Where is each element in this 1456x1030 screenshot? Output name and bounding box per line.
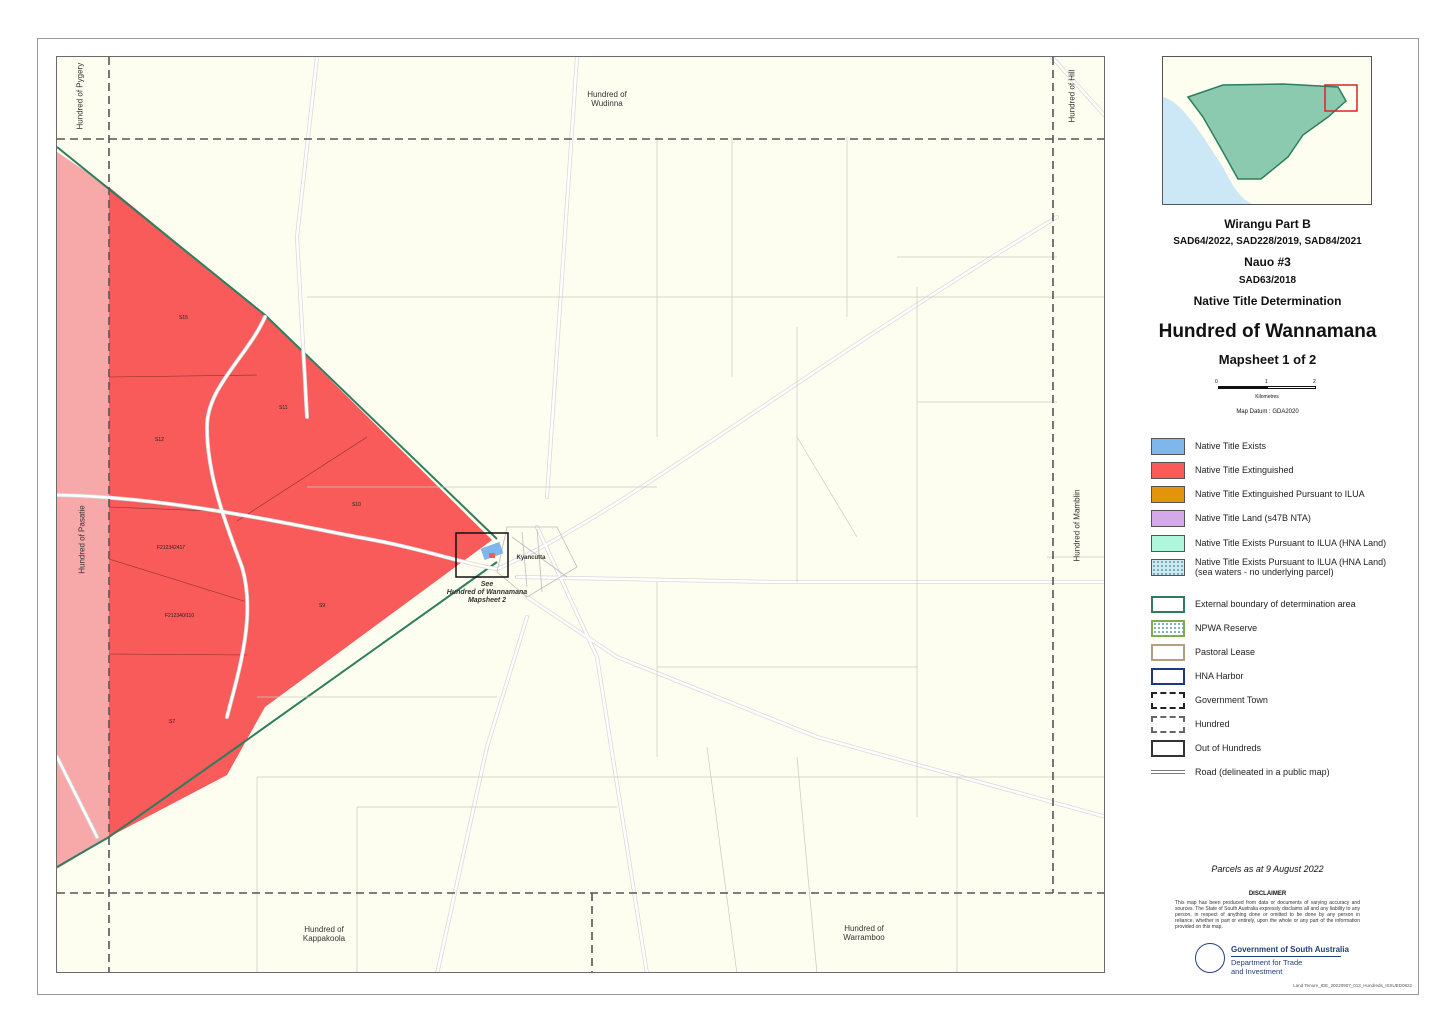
hundred-title: Hundred of Wannamana: [1158, 321, 1377, 342]
hundred-label-hill: Hundred of Hill: [1067, 69, 1077, 123]
legend-item: Road (delineated in a public map): [1151, 763, 1330, 781]
legend-label: Out of Hundreds: [1195, 743, 1262, 753]
footer-code: Land Tenure_IDE_20220907_013_Hundreds_IS…: [1293, 983, 1412, 988]
locator-inset: [1162, 56, 1372, 205]
legend-item: Native Title Extinguished Pursuant to IL…: [1151, 485, 1365, 503]
legend-label: NPWA Reserve: [1195, 623, 1258, 633]
see-mapsheet-note: See Hundred of Wannamana Mapsheet 2: [446, 581, 528, 604]
map-title: Wirangu Part B: [1224, 217, 1311, 231]
legend-item: Hundred: [1151, 715, 1230, 733]
sa-government-logo: [1195, 943, 1225, 973]
parcels-date-note: Parcels as at 9 August 2022: [1211, 864, 1324, 874]
scale-bar: [1218, 386, 1316, 390]
agency-line-1: Government of South Australia: [1231, 945, 1349, 954]
case-numbers-2: SAD63/2018: [1238, 275, 1297, 286]
legend-item: Out of Hundreds: [1151, 739, 1261, 757]
legend-label: Native Title Exists Pursuant to ILUA (HN…: [1195, 538, 1387, 548]
legend-swatch: [1151, 534, 1185, 552]
lot-label: S12: [155, 437, 164, 443]
legend-item: External boundary of determination area: [1151, 595, 1356, 613]
hundred-label-pasatie: Hundred of Pasatie: [77, 505, 87, 574]
disclaimer-text: This map has been produced from data or …: [1175, 900, 1360, 930]
main-map: Hundred of Pygery Hundred of Wudinna Hun…: [56, 56, 1105, 973]
scale-tick: 1: [1265, 379, 1268, 385]
agency-divider: [1231, 956, 1341, 957]
legend-item: Native Title Extinguished: [1151, 461, 1294, 479]
map-datum: Map Datum : GDA2020: [1236, 409, 1299, 415]
legend-item: Government Town: [1151, 691, 1268, 709]
legend-swatch: [1151, 485, 1185, 503]
hundred-label-mamblin: Hundred of Mamblin: [1072, 489, 1082, 562]
legend-label: Government Town: [1195, 695, 1268, 705]
legend-label: Pastoral Lease: [1195, 647, 1256, 657]
determination-label: Native Title Determination: [1193, 294, 1342, 308]
lot-label: F212340/110: [165, 613, 195, 619]
mapsheet-label: Mapsheet 1 of 2: [1218, 352, 1317, 367]
legend-item: Native Title Exists: [1151, 437, 1266, 455]
map-subtitle: Nauo #3: [1244, 255, 1291, 269]
legend-item: Native Title Exists Pursuant to ILUA (HN…: [1151, 557, 1395, 577]
map-canvas: [57, 57, 1104, 972]
legend-item: Pastoral Lease: [1151, 643, 1255, 661]
legend-swatch: [1151, 619, 1185, 637]
lot-label: S15: [179, 315, 188, 321]
legend-swatch: [1151, 770, 1185, 774]
lot-label: S7: [169, 719, 176, 725]
legend-item: Native Title Land (s47B NTA): [1151, 509, 1311, 527]
lot-label: S11: [279, 405, 288, 411]
legend-item: Native Title Exists Pursuant to ILUA (HN…: [1151, 534, 1386, 552]
legend-label: Native Title Land (s47B NTA): [1195, 513, 1311, 523]
agency-line-3: and Investment: [1231, 967, 1283, 976]
legend-label: Native Title Exists Pursuant to ILUA (HN…: [1195, 557, 1387, 577]
legend-label: External boundary of determination area: [1195, 599, 1356, 609]
legend-label: HNA Harbor: [1195, 671, 1244, 681]
lot-label: F212342417: [157, 545, 186, 551]
legend-label: Native Title Extinguished: [1195, 465, 1294, 475]
legend-swatch: [1151, 509, 1185, 527]
scale-tick: 2: [1313, 379, 1316, 385]
legend-item: HNA Harbor: [1151, 667, 1244, 685]
legend-swatch: [1151, 643, 1185, 661]
legend-label: Native Title Exists: [1195, 441, 1267, 451]
legend-swatch: [1151, 691, 1185, 709]
disclaimer-title: DISCLAIMER: [1248, 891, 1287, 897]
legend-swatch: [1151, 667, 1185, 685]
hundred-label-wudinna: Hundred of Wudinna: [587, 90, 627, 108]
legend-swatch: [1151, 558, 1185, 576]
legend-label: Native Title Extinguished Pursuant to IL…: [1195, 489, 1365, 499]
lot-label: S9: [319, 603, 326, 609]
hundred-label-pygery: Hundred of Pygery: [75, 62, 85, 130]
legend-swatch: [1151, 437, 1185, 455]
hundred-label-kappakoola: Hundred of Kappakoola: [302, 925, 346, 943]
legend-swatch: [1151, 715, 1185, 733]
lot-label: S10: [352, 502, 361, 508]
agency-line-2: Department for Trade: [1231, 958, 1303, 967]
scale-tick: 0: [1215, 379, 1218, 385]
legend-item: NPWA Reserve: [1151, 619, 1257, 637]
legend-swatch: [1151, 595, 1185, 613]
legend-label: Road (delineated in a public map): [1195, 767, 1330, 777]
case-numbers-1: SAD64/2022, SAD228/2019, SAD84/2021: [1173, 236, 1362, 247]
legend-label: Hundred: [1195, 719, 1230, 729]
legend-swatch: [1151, 739, 1185, 757]
hundred-label-warramboo: Hundred of Warramboo: [843, 924, 885, 942]
legend-swatch: [1151, 461, 1185, 479]
town-label-kyancutta: Kyancutta: [516, 555, 546, 561]
scale-unit: Kilometres: [1255, 394, 1279, 400]
